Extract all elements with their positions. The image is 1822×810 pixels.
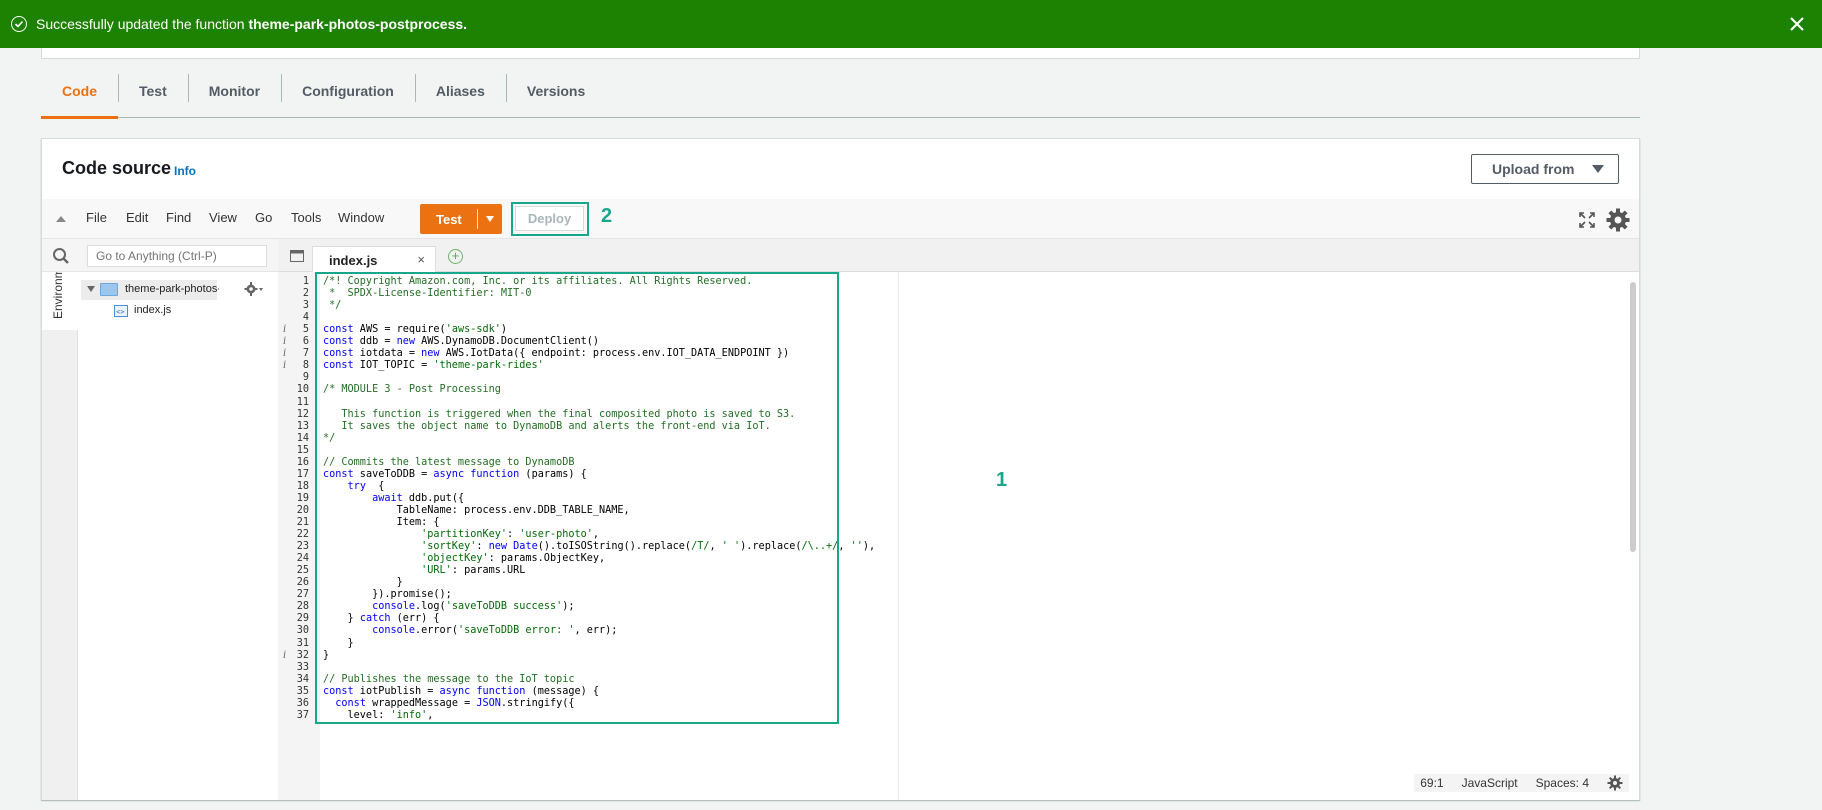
test-button[interactable]: Test <box>420 204 502 234</box>
search-icon[interactable] <box>52 247 70 265</box>
upload-from-button[interactable]: Upload from <box>1471 154 1619 184</box>
collapse-triangle-icon[interactable] <box>56 216 66 222</box>
function-overview-card <box>41 48 1640 59</box>
editor-tab-bar: index.js × + <box>278 239 1639 272</box>
test-button-label: Test <box>436 212 462 227</box>
panel-title: Code source <box>62 158 172 178</box>
menu-find[interactable]: Find <box>166 210 191 225</box>
annotation-number-1: 1 <box>996 469 1008 491</box>
menu-file[interactable]: File <box>86 210 107 225</box>
code-source-panel: Code source Info Upload from File Edit F… <box>41 138 1640 800</box>
editor-tab-label: index.js <box>329 253 378 268</box>
tab-test[interactable]: Test <box>118 72 188 118</box>
cursor-position[interactable]: 69:1 <box>1420 776 1443 790</box>
code-line[interactable]: 37 level: 'info', <box>278 709 978 723</box>
go-to-anything-input[interactable] <box>87 245 267 267</box>
cloud9-editor: File Edit Find View Go Tools Window Test… <box>42 199 1639 800</box>
deploy-highlight-box: Deploy <box>511 202 589 236</box>
tab-aliases[interactable]: Aliases <box>414 72 506 118</box>
success-flash-banner: Successfully updated the function theme-… <box>0 0 1822 48</box>
close-icon[interactable] <box>1786 13 1808 35</box>
expand-arrow-icon[interactable] <box>87 286 95 292</box>
language-mode[interactable]: JavaScript <box>1462 776 1518 790</box>
tab-versions[interactable]: Versions <box>505 72 606 118</box>
tree-settings-gear-icon[interactable] <box>244 281 264 297</box>
tab-code[interactable]: Code <box>41 72 118 119</box>
menu-view[interactable]: View <box>209 210 237 225</box>
code-editor[interactable]: 1/*! Copyright Amazon.com, Inc. or its a… <box>278 272 1639 800</box>
tree-folder-name: theme-park-photos-postprocess <box>125 283 219 295</box>
caret-down-icon <box>1592 165 1604 173</box>
menu-go[interactable]: Go <box>255 210 272 225</box>
file-search-bar <box>42 239 278 272</box>
flash-function-name: theme-park-photos-postprocess. <box>248 16 468 32</box>
file-tree: theme-park-photos-postprocess <> in <box>78 272 278 800</box>
function-tabs: Code Test Monitor Configuration Aliases … <box>41 72 1640 119</box>
ide-menubar: File Edit Find View Go Tools Window Test… <box>42 199 1639 239</box>
tab-configuration[interactable]: Configuration <box>281 72 415 118</box>
js-file-icon: <> <box>114 304 128 317</box>
split-divider <box>477 209 478 229</box>
editor-settings-gear-icon[interactable] <box>1607 775 1623 791</box>
tab-monitor[interactable]: Monitor <box>187 72 281 118</box>
vertical-scrollbar[interactable] <box>1630 282 1636 552</box>
menu-tools[interactable]: Tools <box>291 210 321 225</box>
tree-folder-root[interactable]: theme-park-photos-postprocess <box>81 280 219 300</box>
check-circle-icon <box>11 16 27 32</box>
tab-list-icon[interactable] <box>290 249 304 262</box>
settings-gear-icon[interactable] <box>1605 207 1631 233</box>
menu-edit[interactable]: Edit <box>126 210 148 225</box>
flash-message: Successfully updated the function theme-… <box>36 16 467 32</box>
close-tab-icon[interactable]: × <box>417 252 425 267</box>
menu-window[interactable]: Window <box>338 210 384 225</box>
ide-sidebar-strip: Environment <box>42 239 78 800</box>
tree-file-name: index.js <box>134 304 172 316</box>
fullscreen-icon[interactable] <box>1578 211 1596 229</box>
annotation-number-2: 2 <box>601 205 613 227</box>
add-tab-icon[interactable]: + <box>448 249 463 264</box>
editor-status-bar: 69:1 JavaScript Spaces: 4 <box>1414 774 1629 792</box>
svg-text:<>: <> <box>116 308 124 316</box>
folder-icon <box>100 283 118 296</box>
deploy-button[interactable]: Deploy <box>515 206 584 231</box>
code-text: level: 'info', <box>323 709 434 721</box>
editor-tab-index-js[interactable]: index.js × <box>312 246 436 272</box>
line-number: 37 <box>296 709 309 721</box>
info-link[interactable]: Info <box>174 164 196 178</box>
flash-prefix: Successfully updated the function <box>36 16 249 32</box>
test-dropdown-icon[interactable] <box>486 216 494 222</box>
upload-from-label: Upload from <box>1492 161 1575 177</box>
indent-setting[interactable]: Spaces: 4 <box>1536 776 1589 790</box>
